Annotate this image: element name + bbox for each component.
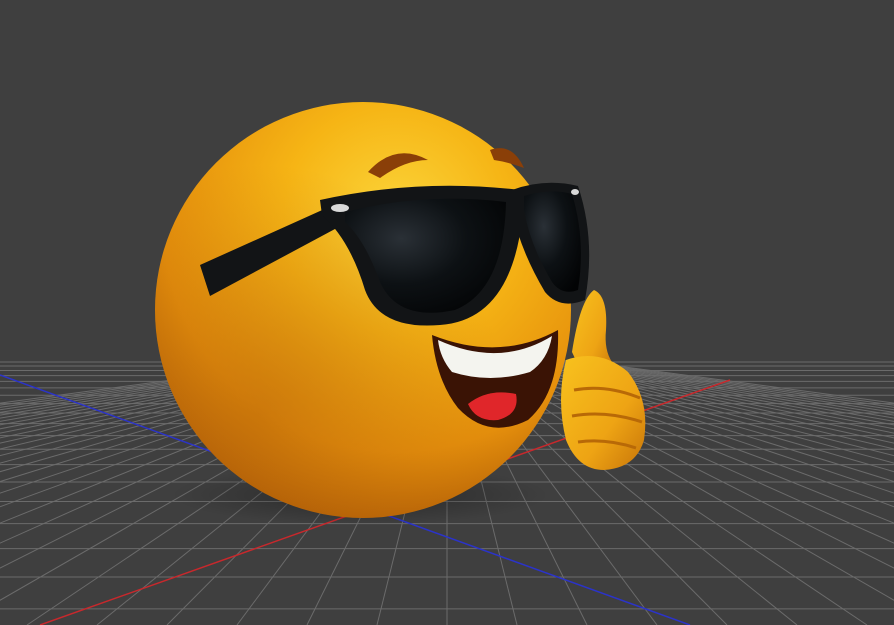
- emoji-head-shade: [155, 102, 571, 518]
- left-hinge-rivet: [331, 204, 349, 212]
- viewport-canvas[interactable]: [0, 0, 894, 625]
- 3d-viewport[interactable]: [0, 0, 894, 625]
- right-hinge-rivet: [571, 189, 579, 195]
